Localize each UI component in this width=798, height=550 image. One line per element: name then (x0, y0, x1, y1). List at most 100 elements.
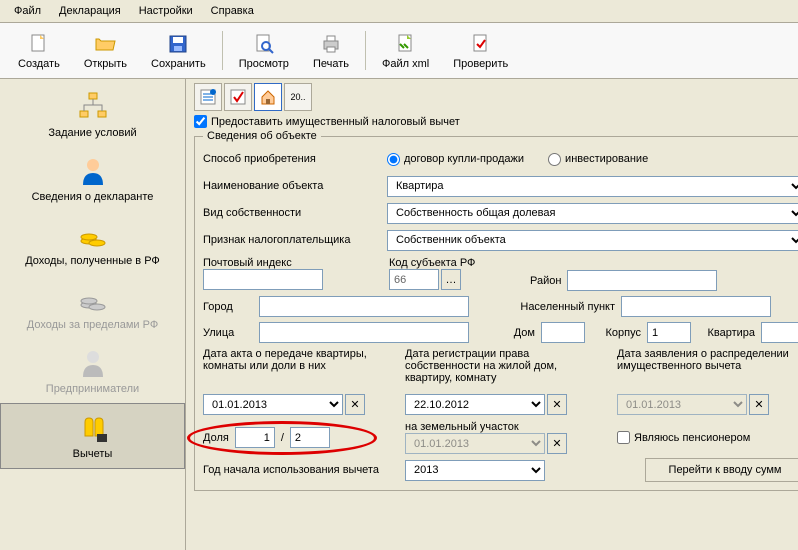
print-label: Печать (313, 58, 349, 70)
sidebar-item-deductions[interactable]: Вычеты (0, 403, 185, 469)
acquisition-method-label: Способ приобретения (203, 153, 383, 165)
toolbar-separator (222, 31, 223, 70)
house-icon (259, 88, 277, 106)
district-input[interactable] (567, 270, 717, 291)
house-code-button[interactable]: 20.. (284, 83, 312, 111)
coins-icon (77, 219, 109, 251)
print-button[interactable]: Печать (301, 27, 361, 74)
city-input[interactable] (259, 296, 469, 317)
postal-input[interactable] (203, 269, 323, 290)
menu-file[interactable]: Файл (6, 2, 49, 20)
social-check-icon (229, 88, 247, 106)
check-label: Проверить (453, 58, 508, 70)
list-icon (199, 88, 217, 106)
city-label: Город (203, 301, 253, 313)
person-icon (77, 155, 109, 187)
main-toolbar: Создать Открыть Сохранить Просмотр Печат… (0, 23, 798, 79)
share-numerator-input[interactable] (235, 427, 275, 448)
xml-icon (394, 32, 418, 56)
korpus-input[interactable] (647, 322, 691, 343)
sidebar-item-entrepreneurs[interactable]: Предприниматели (0, 339, 185, 403)
land-plot-clear-button[interactable]: ✕ (547, 433, 567, 454)
provide-deduction-checkbox[interactable] (194, 115, 207, 128)
date-act-label: Дата акта о передаче квартиры, комнаты и… (203, 348, 383, 394)
sidebar-income-abroad-label: Доходы за пределами РФ (27, 319, 158, 331)
businessman-icon (77, 347, 109, 379)
land-plot-select: 01.01.2013 (405, 433, 545, 454)
ownership-type-select[interactable]: Собственность общая долевая (387, 203, 798, 224)
subject-code-input (389, 269, 439, 290)
year-start-select[interactable]: 2013 (405, 460, 545, 481)
xml-button[interactable]: Файл xml (370, 27, 441, 74)
save-icon (166, 32, 190, 56)
preview-button[interactable]: Просмотр (227, 27, 301, 74)
create-label: Создать (18, 58, 60, 70)
menu-settings[interactable]: Настройки (131, 2, 201, 20)
korpus-label: Корпус (591, 327, 641, 339)
object-legend: Сведения об объекте (203, 130, 321, 142)
goto-sums-button[interactable]: Перейти к вводу сумм (645, 458, 798, 482)
settlement-input[interactable] (621, 296, 771, 317)
deductions-icon (77, 412, 109, 444)
object-name-label: Наименование объекта (203, 180, 383, 192)
sidebar-item-conditions[interactable]: Задание условий (0, 83, 185, 147)
date-app-label: Дата заявления о распределении имуществе… (617, 348, 797, 394)
taxpayer-sign-select[interactable]: Собственник объекта (387, 230, 798, 251)
date-app-select: 01.01.2013 (617, 394, 747, 415)
save-label: Сохранить (151, 58, 206, 70)
open-button[interactable]: Открыть (72, 27, 139, 74)
sidebar-entrepreneurs-label: Предприниматели (46, 383, 139, 395)
district-label: Район (481, 275, 561, 287)
folder-open-icon (93, 32, 117, 56)
land-plot-label: на земельный участок (405, 421, 605, 433)
share-slash: / (281, 432, 284, 444)
sidebar-deductions-label: Вычеты (73, 448, 113, 460)
create-button[interactable]: Создать (6, 27, 72, 74)
radio-contract-input[interactable] (387, 153, 400, 166)
radio-invest-input[interactable] (548, 153, 561, 166)
property-deduction-button[interactable] (254, 83, 282, 111)
menu-declaration[interactable]: Декларация (51, 2, 129, 20)
taxpayer-sign-label: Признак налогоплательщика (203, 234, 383, 246)
preview-icon (252, 32, 276, 56)
xml-label: Файл xml (382, 58, 429, 70)
street-input[interactable] (259, 322, 469, 343)
toolbar-separator (365, 31, 366, 70)
street-label: Улица (203, 327, 253, 339)
new-file-icon (27, 32, 51, 56)
mini-toolbar: 20.. (194, 83, 790, 111)
house-label: Дом (475, 327, 535, 339)
check-button[interactable]: Проверить (441, 27, 520, 74)
flat-input[interactable] (761, 322, 798, 343)
subject-code-lookup-button[interactable]: … (441, 269, 461, 290)
date-act-clear-button[interactable]: ✕ (345, 394, 365, 415)
pensioner-checkbox[interactable] (617, 431, 630, 444)
save-button[interactable]: Сохранить (139, 27, 218, 74)
conditions-icon (77, 91, 109, 123)
object-name-select[interactable]: Квартира (387, 176, 798, 197)
date-act-select[interactable]: 01.01.2013 (203, 394, 343, 415)
date-reg-select[interactable]: 22.10.2012 (405, 394, 545, 415)
sidebar-item-income-rf[interactable]: Доходы, полученные в РФ (0, 211, 185, 275)
sidebar-income-rf-label: Доходы, полученные в РФ (25, 255, 160, 267)
postal-label: Почтовый индекс (203, 257, 323, 269)
sidebar-item-income-abroad[interactable]: Доходы за пределами РФ (0, 275, 185, 339)
date-reg-clear-button[interactable]: ✕ (547, 394, 567, 415)
radio-invest[interactable]: инвестирование (548, 153, 648, 166)
share-denominator-input[interactable] (290, 427, 330, 448)
pensioner-label: Являюсь пенсионером (634, 432, 750, 444)
sidebar-declarant-label: Сведения о декларанте (32, 191, 154, 203)
date-reg-label: Дата регистрации права собственности на … (405, 348, 585, 394)
radio-contract[interactable]: договор купли-продажи (387, 153, 524, 166)
date-app-clear-button[interactable]: ✕ (749, 394, 769, 415)
sidebar: Задание условий Сведения о декларанте До… (0, 79, 186, 550)
menu-help[interactable]: Справка (203, 2, 262, 20)
sidebar-item-declarant[interactable]: Сведения о декларанте (0, 147, 185, 211)
social-deduction-button[interactable] (224, 83, 252, 111)
standard-deduction-button[interactable] (194, 83, 222, 111)
open-label: Открыть (84, 58, 127, 70)
house-input[interactable] (541, 322, 585, 343)
menubar: Файл Декларация Настройки Справка (0, 0, 798, 23)
settlement-label: Населенный пункт (475, 301, 615, 313)
preview-label: Просмотр (239, 58, 289, 70)
